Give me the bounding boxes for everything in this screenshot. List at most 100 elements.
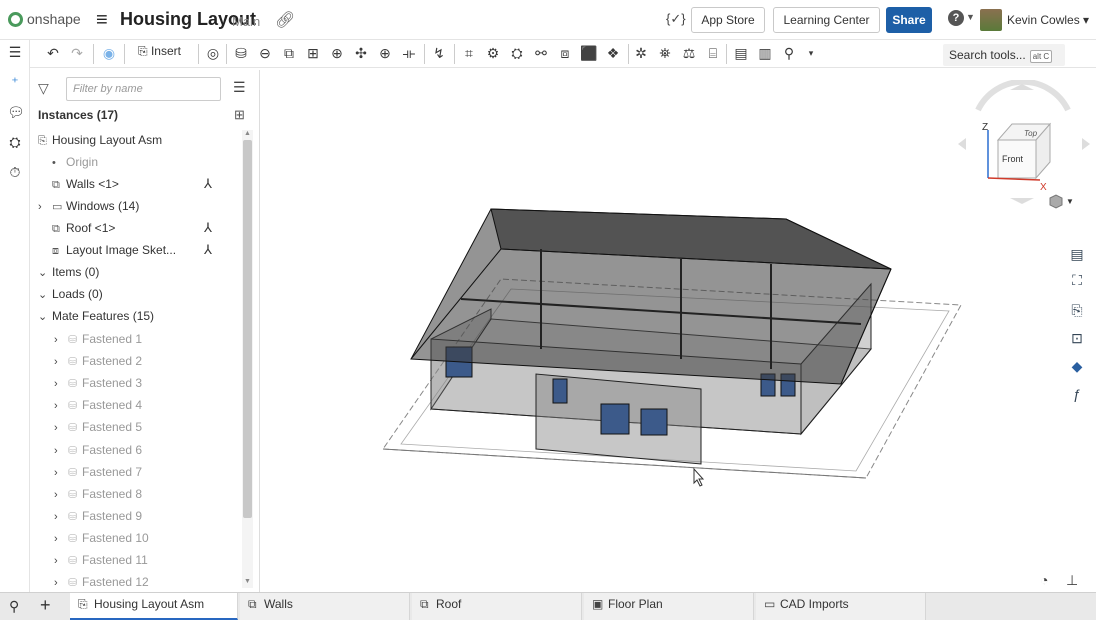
tab-roof[interactable]: ⧉ Roof — [412, 593, 582, 620]
rotate-down-icon[interactable] — [1010, 198, 1034, 204]
planar-mate-icon[interactable]: ⊞ — [304, 44, 322, 62]
slider-mate-icon[interactable]: ⧉ — [280, 44, 298, 62]
group-icon[interactable]: ⌗ — [460, 44, 478, 62]
scrollbar-thumb[interactable] — [243, 140, 252, 518]
chevron-right-icon[interactable]: › — [54, 551, 68, 571]
mate-feature-item[interactable]: › ⛁ Fastened 11 — [54, 550, 148, 570]
mate-feature-item[interactable]: › ⛁ Fastened 5 — [54, 417, 142, 437]
branch-label[interactable]: Main — [232, 14, 260, 29]
tab-floor-plan[interactable]: ▣ Floor Plan — [584, 593, 754, 620]
tree-item[interactable]: › ▭ Windows (14) — [38, 196, 198, 216]
chevron-right-icon[interactable]: › — [54, 529, 68, 549]
mate-feature-item[interactable]: › ⛁ Fastened 7 — [54, 462, 142, 482]
chevron-right-icon[interactable]: › — [54, 330, 68, 350]
chevron-right-icon[interactable]: › — [54, 507, 68, 527]
scroll-up-icon[interactable]: ▲ — [244, 130, 251, 137]
link-icon[interactable]: 🔗︎ — [275, 10, 295, 30]
mate-feature-item[interactable]: › ⛁ Fastened 2 — [54, 351, 142, 371]
learning-center-button[interactable]: Learning Center — [773, 7, 880, 33]
add-tab-icon[interactable]: + — [40, 595, 51, 616]
section-header[interactable]: ⌄ Loads (0) — [38, 284, 103, 304]
mate-feature-item[interactable]: › ⛁ Fastened 4 — [54, 395, 142, 415]
search-tools-input[interactable]: Search tools... alt C — [943, 44, 1065, 66]
scroll-down-icon[interactable]: ▼ — [244, 578, 251, 585]
replicate-icon[interactable]: ⬛ — [580, 44, 598, 62]
chevron-right-icon[interactable]: › — [54, 463, 68, 483]
explode-icon[interactable]: ✲ — [632, 44, 650, 62]
pattern-icon[interactable]: ❖ — [604, 44, 622, 62]
appearance-icon[interactable]: ⛶ — [1067, 270, 1087, 290]
mass-properties-icon[interactable]: ⌸ — [704, 44, 722, 62]
variables-icon[interactable]: ƒ — [1067, 384, 1087, 404]
gear-relation-icon[interactable]: ⚙ — [484, 44, 502, 62]
tab-housing-layout-asm[interactable]: ⎘ Housing Layout Asm — [70, 593, 238, 620]
mate-connector-icon[interactable]: ⅄ — [204, 218, 212, 238]
pin-slot-mate-icon[interactable]: ✣ — [352, 44, 370, 62]
animation-icon[interactable]: ⏱︎ — [7, 164, 23, 180]
insert-button[interactable]: ⎘ Insert — [138, 44, 181, 59]
section-view-icon[interactable]: ⛯ — [656, 44, 674, 62]
tab-search-icon[interactable]: ⚲ — [9, 598, 19, 615]
section-header[interactable]: ⌄ Items (0) — [38, 262, 99, 282]
view-cube[interactable]: Z X Top Front ▼ — [958, 78, 1090, 210]
chevron-right-icon[interactable]: › — [54, 396, 68, 416]
render-icon[interactable]: ◆ — [1067, 356, 1087, 376]
tree-item[interactable]: • Origin — [52, 152, 198, 172]
chevron-right-icon[interactable]: › — [54, 374, 68, 394]
variables-icon[interactable]: {✓} — [666, 11, 686, 27]
new-folder-icon[interactable]: ⊞ — [234, 107, 245, 123]
view-options-icon[interactable] — [1049, 194, 1063, 209]
tree-item[interactable]: ⧉ Walls <1> ⅄ — [52, 174, 212, 194]
document-menu-icon[interactable]: ≡ — [96, 9, 108, 32]
parts-icon[interactable]: ⛭ — [7, 134, 23, 150]
configurations-icon[interactable]: ▥ — [756, 44, 774, 62]
bom-icon[interactable]: ▤ — [732, 44, 750, 62]
ball-mate-icon[interactable]: ⊕ — [376, 44, 394, 62]
filter-icon[interactable]: ▽ — [38, 80, 49, 97]
onshape-logo[interactable]: onshape — [8, 11, 81, 27]
avatar[interactable] — [980, 9, 1002, 31]
tab-walls[interactable]: ⧉ Walls — [240, 593, 410, 620]
chevron-down-icon[interactable]: ⌄ — [38, 307, 52, 327]
revolute-mate-icon[interactable]: ⊖ — [256, 44, 274, 62]
list-view-icon[interactable]: ☰ — [233, 79, 246, 96]
comments-icon[interactable]: 💬︎ — [7, 104, 25, 120]
chevron-right-icon[interactable]: › — [54, 441, 68, 461]
chevron-right-icon[interactable]: › — [38, 197, 52, 217]
user-menu[interactable]: Kevin Cowles ▾ — [1007, 13, 1089, 27]
fastened-mate-icon[interactable]: ⛁ — [232, 44, 250, 62]
mate-feature-item[interactable]: › ⛁ Fastened 10 — [54, 528, 149, 548]
tree-item[interactable]: ⎘ Housing Layout Asm — [38, 130, 198, 150]
mate-feature-item[interactable]: › ⛁ Fastened 1 — [54, 329, 142, 349]
tree-item[interactable]: ⧈ Layout Image Sket... ⅄ — [52, 240, 212, 260]
redo-icon[interactable]: ↷ — [68, 44, 86, 62]
snap-icon[interactable]: ◔ — [1040, 572, 1048, 588]
rotate-left-icon[interactable] — [958, 138, 966, 150]
chevron-down-icon[interactable]: ▾ — [802, 44, 820, 62]
chevron-right-icon[interactable]: › — [54, 352, 68, 372]
feature-list-icon[interactable]: ☰ — [7, 44, 23, 60]
mate-connector-icon[interactable]: ⅄ — [204, 174, 212, 194]
chevron-down-icon[interactable]: ⌄ — [38, 263, 52, 283]
insert-part-icon[interactable]: ⎘ — [1067, 300, 1087, 320]
cylindrical-mate-icon[interactable]: ⊕ — [328, 44, 346, 62]
chevron-down-icon[interactable]: ▼ — [1066, 197, 1074, 206]
share-button[interactable]: Share — [886, 7, 932, 33]
parallel-mate-icon[interactable]: ⟛ — [400, 44, 418, 62]
tangent-mate-icon[interactable]: ↯ — [430, 44, 448, 62]
mate-feature-item[interactable]: › ⛁ Fastened 12 — [54, 572, 149, 592]
chevron-down-icon[interactable]: ⌄ — [38, 285, 52, 305]
rack-pinion-icon[interactable]: ⛭ — [508, 44, 526, 62]
chevron-right-icon[interactable]: › — [54, 573, 68, 593]
help-icon[interactable]: ? — [948, 10, 964, 26]
mate-feature-item[interactable]: › ⛁ Fastened 3 — [54, 373, 142, 393]
mate-connector-icon[interactable]: ◎ — [204, 44, 222, 62]
standard-content-icon[interactable]: ⊡ — [1067, 328, 1087, 348]
mate-feature-item[interactable]: › ⛁ Fastened 9 — [54, 506, 142, 526]
rotate-right-icon[interactable] — [1082, 138, 1090, 150]
mate-feature-item[interactable]: › ⛁ Fastened 6 — [54, 440, 142, 460]
linear-relation-icon[interactable]: ⧈ — [556, 44, 574, 62]
tab-cad-imports[interactable]: ▭ CAD Imports — [756, 593, 926, 620]
section-header[interactable]: ⌄ Mate Features (15) — [38, 306, 154, 326]
measure-icon[interactable]: ⚖ — [680, 44, 698, 62]
